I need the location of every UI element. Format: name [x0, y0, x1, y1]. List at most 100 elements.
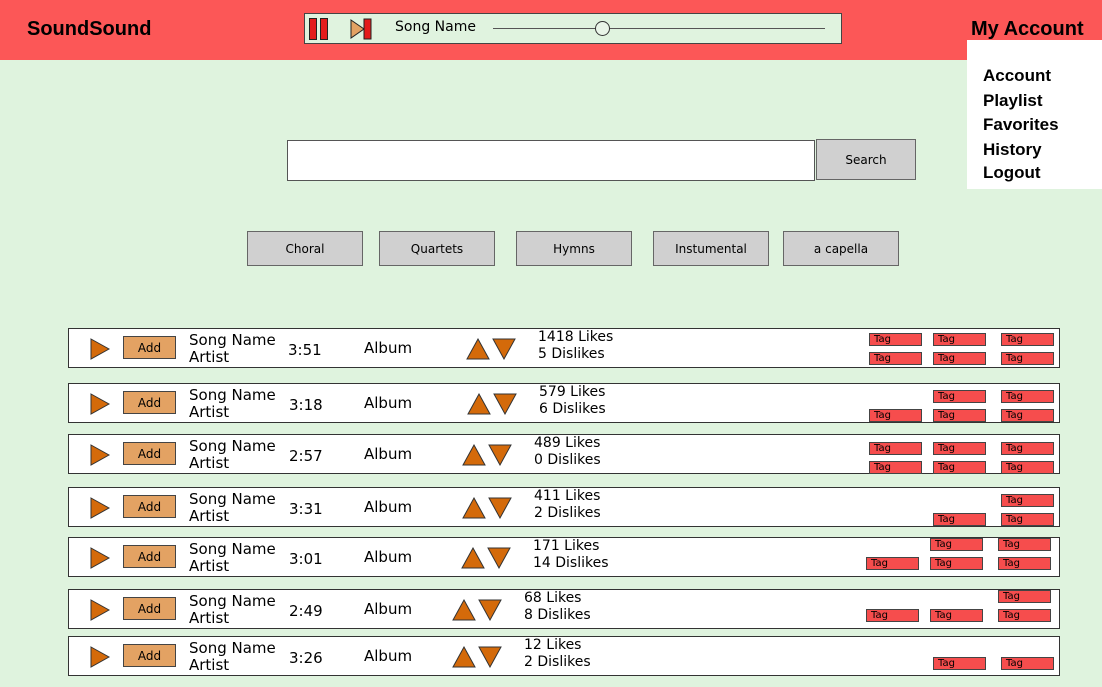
- artist-name: Artist: [189, 507, 230, 525]
- tag-badge[interactable]: Tag: [998, 609, 1051, 622]
- tag-badge[interactable]: Tag: [998, 557, 1051, 570]
- add-to-playlist-button[interactable]: Add: [123, 545, 176, 568]
- downvote-button[interactable]: [488, 444, 512, 467]
- arrow-up-icon: [452, 645, 476, 668]
- tag-badge[interactable]: Tag: [1001, 442, 1054, 455]
- arrow-down-icon: [487, 547, 511, 570]
- tag-badge[interactable]: Tag: [1001, 513, 1054, 526]
- dislikes-count: 0 Dislikes: [534, 452, 601, 468]
- upvote-button[interactable]: [466, 337, 490, 360]
- tag-badge[interactable]: Tag: [933, 513, 986, 526]
- downvote-button[interactable]: [478, 646, 502, 669]
- arrow-up-icon: [462, 443, 486, 466]
- album-name: Album: [364, 548, 413, 566]
- downvote-button[interactable]: [492, 338, 516, 361]
- add-to-playlist-button[interactable]: Add: [123, 391, 176, 414]
- tag-badge[interactable]: Tag: [933, 352, 986, 365]
- play-button[interactable]: [90, 338, 111, 360]
- tag-badge[interactable]: Tag: [1001, 390, 1054, 403]
- play-button[interactable]: [90, 599, 111, 621]
- upvote-button[interactable]: [462, 443, 486, 466]
- tag-badge[interactable]: Tag: [1001, 461, 1054, 474]
- add-to-playlist-button[interactable]: Add: [123, 336, 176, 359]
- tag-badge[interactable]: Tag: [998, 590, 1051, 603]
- tag-badge[interactable]: Tag: [1001, 333, 1054, 346]
- song-row: Add Song Name Artist 3:31 Album 411 Likes 2 Di…: [68, 487, 1060, 527]
- genre-instrumental-button[interactable]: Instumental: [653, 231, 769, 266]
- tag-badge[interactable]: Tag: [933, 409, 986, 422]
- song-row: Add Song Name Artist 2:49 Album 68 Likes 8 Dis…: [68, 589, 1060, 629]
- genre-a-capella-button[interactable]: a capella: [783, 231, 899, 266]
- genre-choral-button[interactable]: Choral: [247, 231, 363, 266]
- tag-badge[interactable]: Tag: [933, 461, 986, 474]
- arrow-up-icon: [467, 392, 491, 415]
- pause-button[interactable]: [309, 18, 329, 40]
- tag-badge[interactable]: Tag: [866, 609, 919, 622]
- play-button[interactable]: [90, 547, 111, 569]
- upvote-button[interactable]: [452, 598, 476, 621]
- downvote-button[interactable]: [487, 547, 511, 570]
- tag-badge[interactable]: Tag: [1001, 494, 1054, 507]
- upvote-button[interactable]: [461, 546, 485, 569]
- tag-badge[interactable]: Tag: [869, 352, 922, 365]
- tag-badge[interactable]: Tag: [869, 333, 922, 346]
- play-icon: [90, 599, 111, 621]
- menu-item-account[interactable]: Account: [983, 66, 1051, 86]
- play-button[interactable]: [90, 444, 111, 466]
- tag-badge[interactable]: Tag: [933, 333, 986, 346]
- genre-quartets-button[interactable]: Quartets: [379, 231, 495, 266]
- tag-badge[interactable]: Tag: [869, 409, 922, 422]
- likes-count: 1418 Likes: [538, 329, 614, 345]
- tag-badge[interactable]: Tag: [930, 609, 983, 622]
- play-icon: [90, 547, 111, 569]
- arrow-down-icon: [488, 444, 512, 467]
- arrow-up-icon: [466, 337, 490, 360]
- tag-badge[interactable]: Tag: [1001, 352, 1054, 365]
- menu-item-logout[interactable]: Logout: [983, 163, 1041, 183]
- add-to-playlist-button[interactable]: Add: [123, 644, 176, 667]
- song-duration: 2:49: [289, 602, 323, 620]
- song-duration: 3:51: [288, 341, 322, 359]
- app-logo[interactable]: SoundSound: [27, 18, 151, 41]
- song-name: Song Name: [189, 490, 276, 508]
- tag-badge[interactable]: Tag: [933, 657, 986, 670]
- add-to-playlist-button[interactable]: Add: [123, 442, 176, 465]
- menu-item-favorites[interactable]: Favorites: [983, 115, 1059, 135]
- tag-badge[interactable]: Tag: [933, 442, 986, 455]
- dislikes-count: 6 Dislikes: [539, 401, 606, 417]
- song-row: Add Song Name Artist 3:51 Album 1418 Likes 5 D…: [68, 328, 1060, 368]
- upvote-button[interactable]: [462, 496, 486, 519]
- play-button[interactable]: [90, 497, 111, 519]
- tag-badge[interactable]: Tag: [869, 442, 922, 455]
- play-button[interactable]: [90, 646, 111, 668]
- upvote-button[interactable]: [452, 645, 476, 668]
- arrow-down-icon: [478, 599, 502, 622]
- tag-badge[interactable]: Tag: [866, 557, 919, 570]
- search-input[interactable]: [287, 140, 815, 181]
- tag-badge[interactable]: Tag: [1001, 657, 1054, 670]
- progress-slider-knob[interactable]: [594, 21, 610, 36]
- add-to-playlist-button[interactable]: Add: [123, 495, 176, 518]
- skip-next-button[interactable]: [350, 18, 372, 40]
- tag-badge[interactable]: Tag: [930, 557, 983, 570]
- downvote-button[interactable]: [478, 599, 502, 622]
- downvote-button[interactable]: [493, 393, 517, 416]
- artist-name: Artist: [189, 348, 230, 366]
- tag-badge[interactable]: Tag: [998, 538, 1051, 551]
- arrow-down-icon: [478, 646, 502, 669]
- tag-badge[interactable]: Tag: [1001, 409, 1054, 422]
- progress-slider-track[interactable]: [493, 28, 825, 29]
- tag-badge[interactable]: Tag: [933, 390, 986, 403]
- add-to-playlist-button[interactable]: Add: [123, 597, 176, 620]
- song-name: Song Name: [189, 331, 276, 349]
- play-button[interactable]: [90, 393, 111, 415]
- my-account-menu-button[interactable]: My Account: [971, 18, 1084, 41]
- search-button[interactable]: Search: [816, 139, 916, 180]
- menu-item-playlist[interactable]: Playlist: [983, 91, 1043, 111]
- downvote-button[interactable]: [488, 497, 512, 520]
- tag-badge[interactable]: Tag: [930, 538, 983, 551]
- genre-hymns-button[interactable]: Hymns: [516, 231, 632, 266]
- menu-item-history[interactable]: History: [983, 140, 1042, 160]
- tag-badge[interactable]: Tag: [869, 461, 922, 474]
- upvote-button[interactable]: [467, 392, 491, 415]
